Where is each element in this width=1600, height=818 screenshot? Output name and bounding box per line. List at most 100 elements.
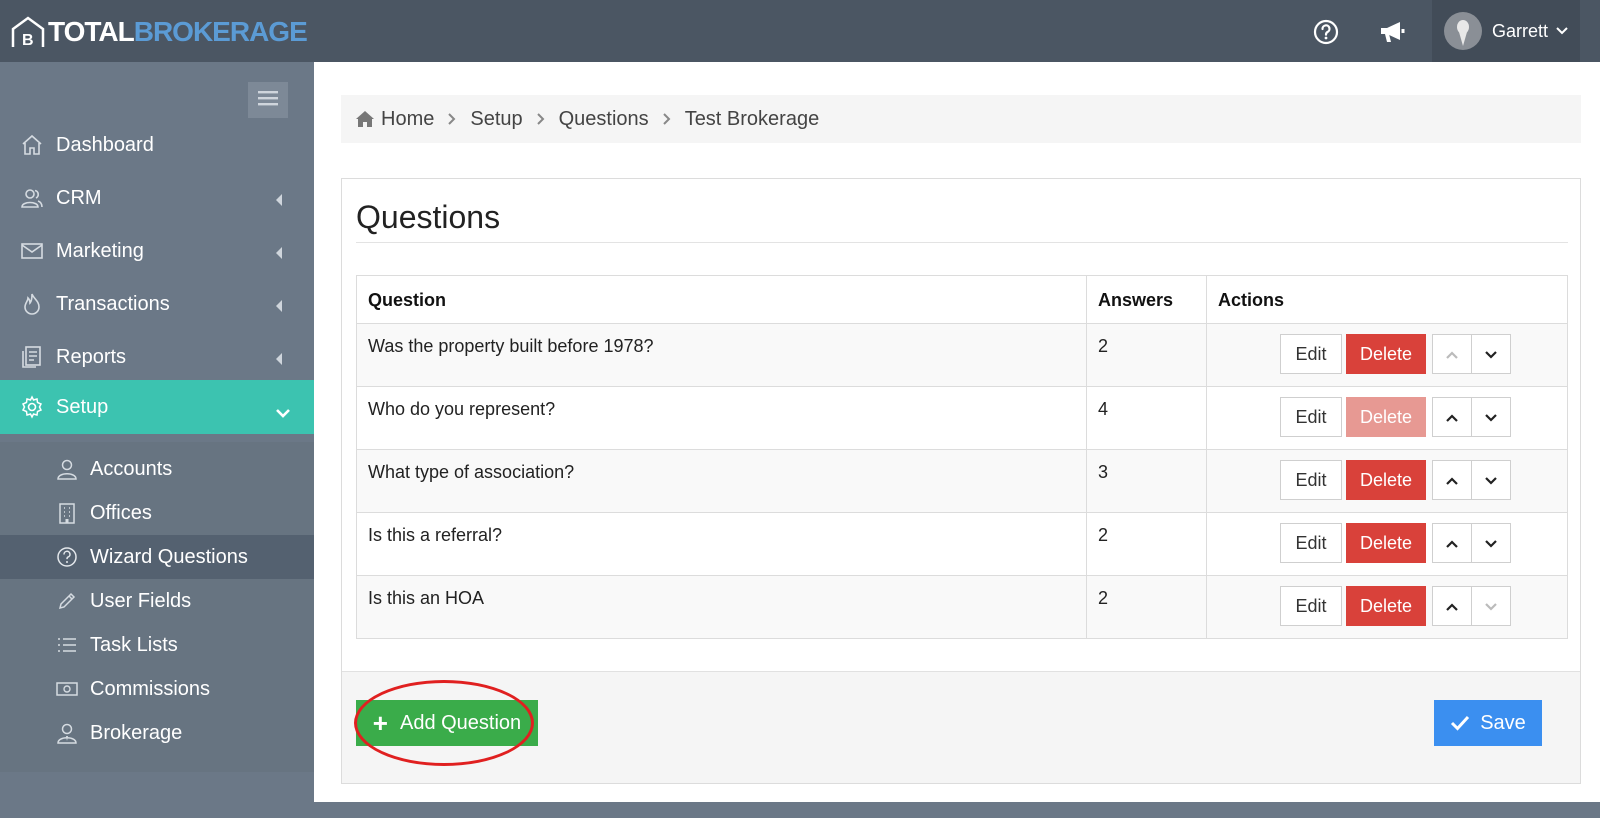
brand-name-part2: BROKERAGE [133,16,308,47]
move-down-button[interactable] [1471,586,1511,626]
delete-button[interactable]: Delete [1346,460,1426,500]
sidebar-item-user-fields[interactable]: User Fields [0,579,314,623]
question-cell: Is this a referral? [356,512,1087,576]
sidebar-item-setup[interactable]: Setup [0,380,314,434]
sidebar-item-crm[interactable]: CRM [0,171,314,225]
sidebar-item-offices[interactable]: Offices [0,491,314,535]
actions-cell: Edit Delete [1206,449,1568,513]
question-circle-icon[interactable] [1312,18,1340,46]
chevron-up-icon [1446,410,1458,425]
check-icon [1450,715,1480,731]
edit-button[interactable]: Edit [1280,523,1342,563]
megaphone-icon[interactable] [1378,18,1406,46]
sidebar-item-accounts[interactable]: Accounts [0,447,314,491]
building-icon [56,502,78,524]
question-cell: What type of association? [356,449,1087,513]
user-menu[interactable]: Garrett [1432,0,1580,62]
sidebar-subitem-label: Accounts [90,457,173,480]
edit-button[interactable]: Edit [1280,334,1342,374]
questions-panel: Questions Question Answers Actions Was t… [341,178,1581,784]
move-up-button[interactable] [1432,397,1472,437]
answers-cell: 4 [1086,386,1207,450]
page-title: Questions [356,199,501,235]
edit-button[interactable]: Edit [1280,397,1342,437]
chevron-down-icon [1485,599,1497,614]
house-logo-icon: B [10,15,46,49]
sidebar-item-reports[interactable]: Reports [0,330,314,384]
move-down-button[interactable] [1471,523,1511,563]
home-icon [20,133,44,157]
save-button[interactable]: Save [1434,700,1542,746]
table-row: Who do you represent? 4 Edit Delete [356,386,1568,450]
table-row: Was the property built before 1978? 2 Ed… [356,323,1568,387]
sidebar-item-label: CRM [56,186,102,209]
sidebar-item-marketing[interactable]: Marketing [0,224,314,278]
sidebar-subitem-label: Wizard Questions [90,545,248,568]
brand-name: TOTALBROKERAGE [48,16,308,48]
setup-submenu: Accounts Offices Wizard Questions User F… [0,442,314,772]
chevron-right-icon [448,113,456,125]
question-circle-icon [56,546,78,568]
document-icon [20,345,44,369]
sidebar-subitem-label: Offices [90,501,152,524]
delete-button[interactable]: Delete [1346,523,1426,563]
chevron-up-icon [1446,599,1458,614]
title-divider [356,242,1568,243]
move-down-button[interactable] [1471,460,1511,500]
breadcrumb: Home Setup Questions Test Brokerage [341,95,1581,143]
avatar [1444,12,1482,50]
move-up-button[interactable] [1432,334,1472,374]
edit-button[interactable]: Edit [1280,460,1342,500]
sidebar-item-wizard-questions[interactable]: Wizard Questions [0,535,314,579]
brand-logo[interactable]: B TOTALBROKERAGE [10,14,308,50]
breadcrumb-questions[interactable]: Questions [559,108,649,131]
move-up-button[interactable] [1432,586,1472,626]
column-header-actions: Actions [1206,275,1568,324]
chevron-down-icon [1485,473,1497,488]
breadcrumb-home[interactable]: Home [355,108,434,131]
delete-button[interactable]: Delete [1346,334,1426,374]
add-question-button[interactable]: + Add Question [356,700,538,746]
plus-icon: + [372,708,388,738]
delete-button[interactable]: Delete [1346,586,1426,626]
delete-button[interactable]: Delete [1346,397,1426,437]
envelope-icon [20,239,44,263]
sidebar-item-dashboard[interactable]: Dashboard [0,118,314,172]
move-down-button[interactable] [1471,397,1511,437]
top-navbar: B TOTALBROKERAGE Garrett [0,0,1600,62]
fire-icon [20,292,44,316]
move-up-button[interactable] [1432,523,1472,563]
sidebar-item-task-lists[interactable]: Task Lists [0,623,314,667]
user-tie-icon [56,722,78,744]
chevron-right-icon [536,113,545,125]
move-up-button[interactable] [1432,460,1472,500]
sidebar-item-transactions[interactable]: Transactions [0,277,314,331]
column-header-answers: Answers [1086,275,1207,324]
chevron-down-icon [1556,22,1568,40]
answers-cell: 2 [1086,323,1207,387]
table-header-row: Question Answers Actions [356,275,1568,324]
sidebar-item-brokerage[interactable]: Brokerage [0,711,314,755]
chevron-down-icon [276,401,290,424]
sidebar-item-label: Reports [56,345,127,368]
table-row: Is this a referral? 2 Edit Delete [356,512,1568,576]
breadcrumb-label: Home [381,107,435,130]
move-down-button[interactable] [1471,334,1511,374]
edit-button[interactable]: Edit [1280,586,1342,626]
users-icon [20,186,44,210]
sidebar: Dashboard CRM Marketing Transactions Rep… [0,62,314,818]
column-header-question: Question [356,275,1087,324]
answers-cell: 2 [1086,575,1207,639]
sidebar-subitem-label: Task Lists [90,633,178,656]
breadcrumb-setup[interactable]: Setup [470,108,522,131]
sidebar-item-label: Marketing [56,239,144,262]
chevron-right-icon [662,113,671,125]
sidebar-toggle-button[interactable] [248,82,288,118]
chevron-left-icon [275,349,283,372]
sidebar-item-label: Transactions [56,292,170,315]
actions-cell: Edit Delete [1206,512,1568,576]
chevron-down-icon [1485,410,1497,425]
svg-text:B: B [22,32,34,49]
sidebar-item-commissions[interactable]: Commissions [0,667,314,711]
questions-table: Question Answers Actions Was the propert… [356,275,1568,639]
